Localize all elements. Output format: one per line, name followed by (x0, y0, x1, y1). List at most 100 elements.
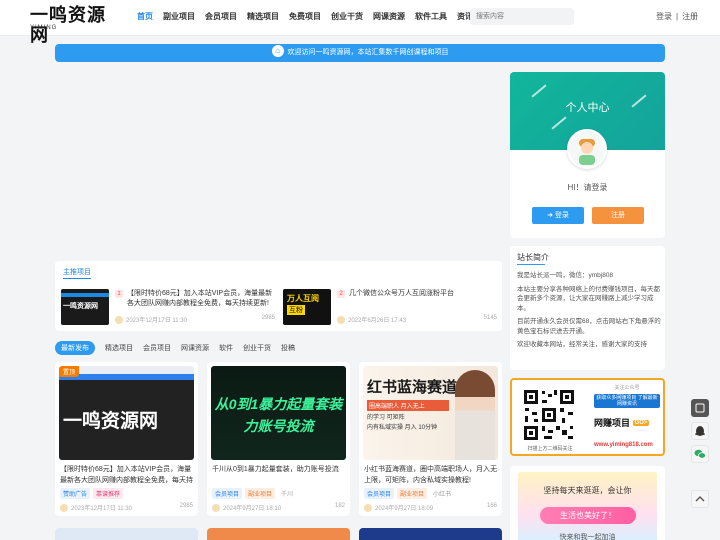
decor-line (531, 84, 547, 98)
post-thumb-text: 圈高端职人 月入无上 (367, 400, 449, 411)
tag[interactable]: 副业项目 (397, 488, 428, 499)
banner-area (55, 72, 502, 254)
tab-courses[interactable]: 网课资源 (181, 343, 209, 353)
user-avatar[interactable] (567, 129, 607, 169)
back-to-top-icon[interactable] (691, 490, 709, 508)
tag[interactable]: 小红书 (430, 488, 454, 499)
featured-thumb-text: 万人互阅 (287, 294, 319, 303)
avatar (115, 316, 123, 325)
float-menu-button[interactable] (691, 399, 709, 417)
login-button-label: 登录 (554, 212, 569, 219)
post-views: 182 (334, 503, 345, 509)
post-thumb[interactable]: 一鸣资源网 置顶 (59, 366, 194, 460)
intro-title: 站长简介 (517, 253, 549, 265)
tab-latest[interactable]: 最新发布 (55, 341, 95, 355)
tab-startup[interactable]: 创业干货 (243, 343, 271, 353)
nav-startup[interactable]: 创业干货 (326, 0, 368, 34)
main-nav: 首页 副业项目 会员项目 精选项目 免费项目 创业干货 网课资源 软件工具 资讯 (132, 0, 478, 34)
qr-headline: 网赚项目 GO> (594, 416, 650, 429)
post-card-partial[interactable] (207, 528, 350, 540)
featured-item[interactable]: 一鸣资源网 1 【限时特价68元】加入本站VIP会员，海量最新各大团队网赚内部教… (61, 289, 276, 327)
tag[interactable]: 靠谱推荐 (93, 488, 124, 499)
decor-line (551, 116, 567, 130)
featured-meta: 2023年12月17日 11:30 2985 (115, 315, 275, 325)
post-views: 166 (486, 503, 497, 509)
featured-thumb[interactable]: 万人互阅 互粉 (283, 289, 331, 325)
wechat-icon[interactable] (691, 445, 709, 463)
featured-item-title[interactable]: 几个微信公众号万人互阅涨粉平台 (349, 289, 499, 299)
register-link[interactable]: 注册 (682, 12, 698, 21)
post-tags: 会员项目 副业项目 千川 (212, 488, 299, 499)
register-button-label: 注册 (611, 212, 625, 219)
qr-info-banner: 获取众多网赚项目 了解最新网赚资讯 (594, 394, 660, 408)
avatar (60, 504, 68, 513)
search-input[interactable] (470, 8, 574, 25)
tag[interactable]: 副业项目 (245, 488, 276, 499)
post-tags: 会员项目 副业项目 小红书 (364, 488, 457, 499)
slogan-pill[interactable]: 生活也美好了！ (540, 507, 636, 524)
post-thumb[interactable]: 从0到1暴力起量套装 力账号投流 (211, 366, 346, 460)
post-title[interactable]: 千川从0到1暴力起量套装，助力账号投流 (212, 464, 346, 486)
featured-section: 主推项目 一鸣资源网 1 【限时特价68元】加入本站VIP会员，海量最新各大团队… (55, 261, 502, 331)
nav-selected-projects[interactable]: 精选项目 (242, 0, 284, 34)
login-button[interactable]: ➜ 登录 (532, 207, 584, 224)
tag[interactable]: 千川 (278, 488, 296, 499)
post-tags: 赞助广告 靠谱推荐 (60, 488, 126, 499)
avatar (337, 316, 345, 325)
nav-courses[interactable]: 网课资源 (368, 0, 410, 34)
qq-icon[interactable] (691, 422, 709, 440)
post-thumb-text: 力账号投流 (243, 418, 314, 434)
post-thumb[interactable]: 红书蓝海赛道 圈高端职人 月入无上 的学习 可矩阵 内有私域实操 月入 10分钟 (363, 366, 498, 460)
category-tabs: 最新发布 精选项目 会员项目 网课资源 软件 创业干货 投稿 (55, 341, 305, 355)
post-card-partial[interactable] (359, 528, 502, 540)
register-button[interactable]: 注册 (592, 207, 644, 224)
post-meta: 2024年9月27日 18:10 182 (212, 503, 345, 513)
notice-bar: ⌂ 欢迎访问一鸣资源网，本站汇集数千网创课程和项目 (55, 44, 665, 62)
tab-member[interactable]: 会员项目 (143, 343, 171, 353)
sticky-badge: 置顶 (59, 366, 80, 377)
nav-free-projects[interactable]: 免费项目 (284, 0, 326, 34)
qr-code (522, 388, 576, 442)
featured-item[interactable]: 万人互阅 互粉 2 几个微信公众号万人互阅涨粉平台 2022年6月26日 17:… (283, 289, 498, 327)
nav-home[interactable]: 首页 (132, 0, 158, 34)
tab-software[interactable]: 软件 (219, 343, 233, 353)
tag[interactable]: 会员项目 (364, 488, 395, 499)
tab-submit[interactable]: 投稿 (281, 343, 295, 353)
featured-item-title[interactable]: 【限时特价68元】加入本站VIP会员，海量最新各大团队网赚内部教程全免费，每天持… (127, 289, 277, 309)
qr-promo-card[interactable]: 扫描上方二维码关注 关注公众号 获取众多网赚项目 了解最新网赚资讯 网赚项目 G… (510, 378, 665, 456)
auth-divider: | (676, 12, 679, 21)
post-meta: 2023年12月17日 11:30 2985 (60, 503, 193, 513)
post-views: 2985 (179, 503, 193, 509)
nav-side-projects[interactable]: 副业项目 (158, 0, 200, 34)
featured-thumb[interactable]: 一鸣资源网 (61, 289, 109, 325)
site-intro-card: 站长简介 我是站长派一鸣，微信：ymbj808 本站主要分享各种网络上的付费赚钱… (510, 246, 665, 370)
post-card[interactable]: 一鸣资源网 置顶 【限时特价68元】加入本站VIP会员，海量最新各大团队网赚内部… (55, 362, 198, 516)
featured-date: 2023年12月17日 11:30 (126, 318, 187, 324)
auth-links: 登录 | 注册 (654, 0, 700, 34)
login-link[interactable]: 登录 (656, 12, 672, 21)
qr-follow-text: 关注公众号 (614, 385, 640, 391)
intro-body: 我是站长派一鸣，微信：ymbj808 本站主要分享各种网络上的付费赚钱项目，每天… (517, 271, 662, 354)
post-card[interactable]: 从0到1暴力起量套装 力账号投流 千川从0到1暴力起量套装，助力账号投流 会员项… (207, 362, 350, 516)
featured-thumb-text: 一鸣资源网 (63, 303, 98, 310)
featured-rank: 2 (337, 290, 345, 298)
site-logo[interactable]: 一鸣资源网 YIMING (30, 6, 110, 46)
post-card[interactable]: 红书蓝海赛道 圈高端职人 月入无上 的学习 可矩阵 内有私域实操 月入 10分钟… (359, 362, 502, 516)
tag[interactable]: 会员项目 (212, 488, 243, 499)
post-thumb-text: 从0到1暴力起量套装 (214, 396, 343, 412)
featured-views: 5145 (483, 315, 497, 321)
slogan-line: 坚持每天来逛逛，会让你 (543, 486, 632, 495)
qr-url: www.yiming818.com (594, 442, 653, 448)
tab-selected[interactable]: 精选项目 (105, 343, 133, 353)
intro-para: 我是站长派一鸣，微信：ymbj808 (517, 272, 614, 279)
post-thumb-text: 内有私域实操 月入 10分钟 (367, 425, 438, 431)
slogan-line: 快来和我一起加油 (559, 534, 616, 540)
nav-member-projects[interactable]: 会员项目 (200, 0, 242, 34)
nav-software[interactable]: 软件工具 (410, 0, 452, 34)
post-card-partial[interactable] (55, 528, 198, 540)
notice-text: 欢迎访问一鸣资源网，本站汇集数千网创课程和项目 (287, 49, 449, 56)
post-title[interactable]: 【限时特价68元】加入本站VIP会员，海量最新各大团队网赚内部教程全免费，每天持… (60, 464, 194, 486)
tag[interactable]: 赞助广告 (60, 488, 91, 499)
post-title[interactable]: 小红书蓝海赛道，圈中高端职场人，月入无上限，可矩阵，内含私域实操教程! (364, 464, 498, 486)
login-prompt: HI！请登录 (567, 183, 608, 192)
